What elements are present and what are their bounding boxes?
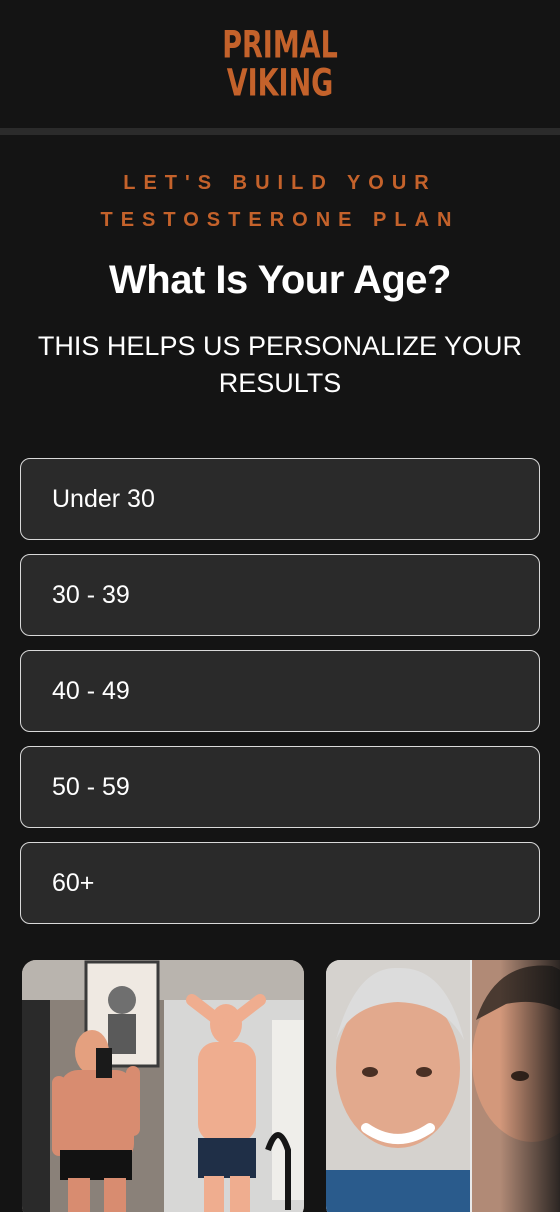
testimonial-carousel[interactable] [22, 960, 560, 1212]
eyebrow-line-1: LET'S BUILD YOUR [123, 172, 437, 194]
header: PRIMAL VIKING [0, 0, 560, 128]
option-40-49[interactable]: 40 - 49 [20, 650, 540, 732]
testimonial-card-1[interactable] [22, 960, 304, 1212]
logo-text-viking: VIKING [226, 61, 334, 106]
before-after-photo-icon [22, 960, 304, 1212]
question-subtitle: THIS HELPS US PERSONALIZE YOUR RESULTS [37, 331, 523, 398]
option-60-plus[interactable]: 60+ [20, 842, 540, 924]
option-30-39[interactable]: 30 - 39 [20, 554, 540, 636]
age-options: Under 30 30 - 39 40 - 49 50 - 59 60+ [20, 458, 540, 938]
header-divider [0, 128, 560, 135]
primal-viking-logo[interactable]: PRIMAL VIKING [210, 24, 350, 108]
option-under-30[interactable]: Under 30 [20, 458, 540, 540]
option-50-59[interactable]: 50 - 59 [20, 746, 540, 828]
question-title: What Is Your Age? [109, 258, 451, 302]
eyebrow-line-2: TESTOSTERONE PLAN [100, 209, 460, 231]
testimonial-card-2[interactable] [326, 960, 560, 1212]
before-after-photo-icon [326, 960, 560, 1212]
